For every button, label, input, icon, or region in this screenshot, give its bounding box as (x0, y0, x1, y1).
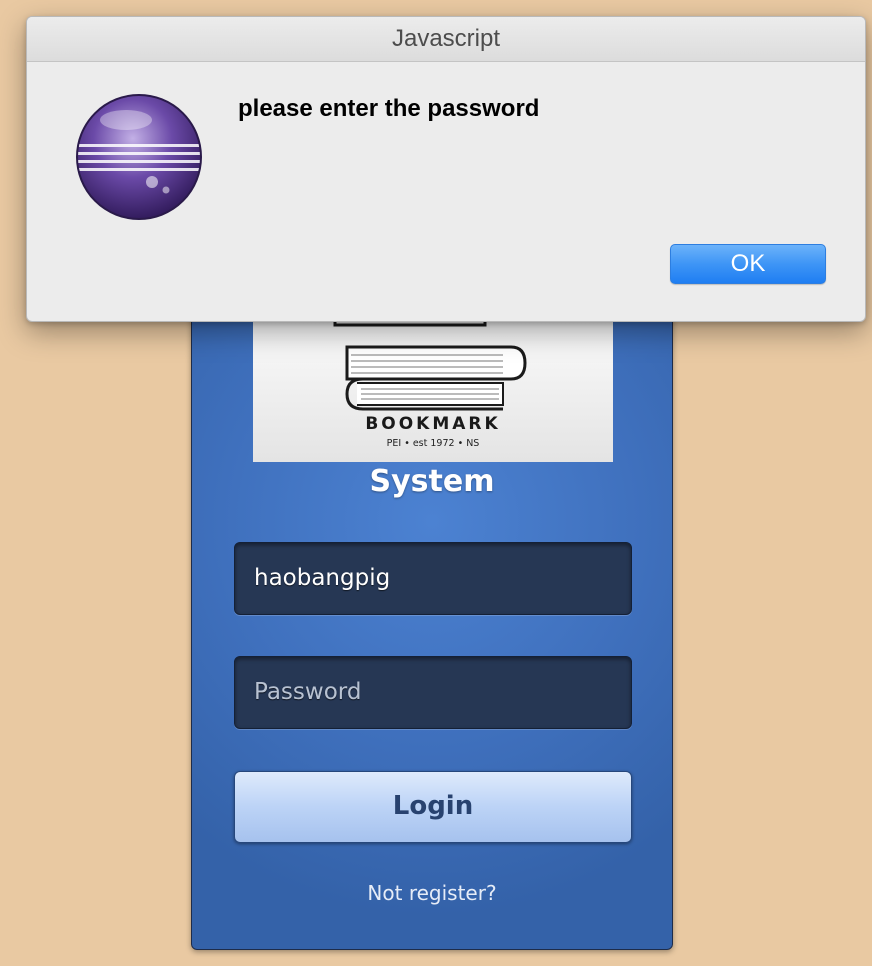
login-panel: BOOKMARK PEI • est 1972 • NS System haob… (191, 290, 673, 950)
alert-title: Javascript (27, 17, 865, 62)
alert-message: please enter the password (238, 95, 540, 122)
login-button[interactable]: Login (234, 771, 632, 843)
password-input[interactable]: Password (234, 656, 632, 729)
alert-dialog: Javascript please enter the password OK (26, 16, 866, 322)
logo-wordmark: BOOKMARK (365, 414, 501, 434)
eclipse-sphere-icon (76, 94, 202, 220)
logo-tagline: PEI • est 1972 • NS (386, 438, 480, 449)
register-link[interactable]: Not register? (192, 881, 672, 905)
page-title: System (369, 464, 495, 499)
username-input[interactable]: haobangpig (234, 542, 632, 615)
ok-button[interactable]: OK (670, 244, 826, 284)
